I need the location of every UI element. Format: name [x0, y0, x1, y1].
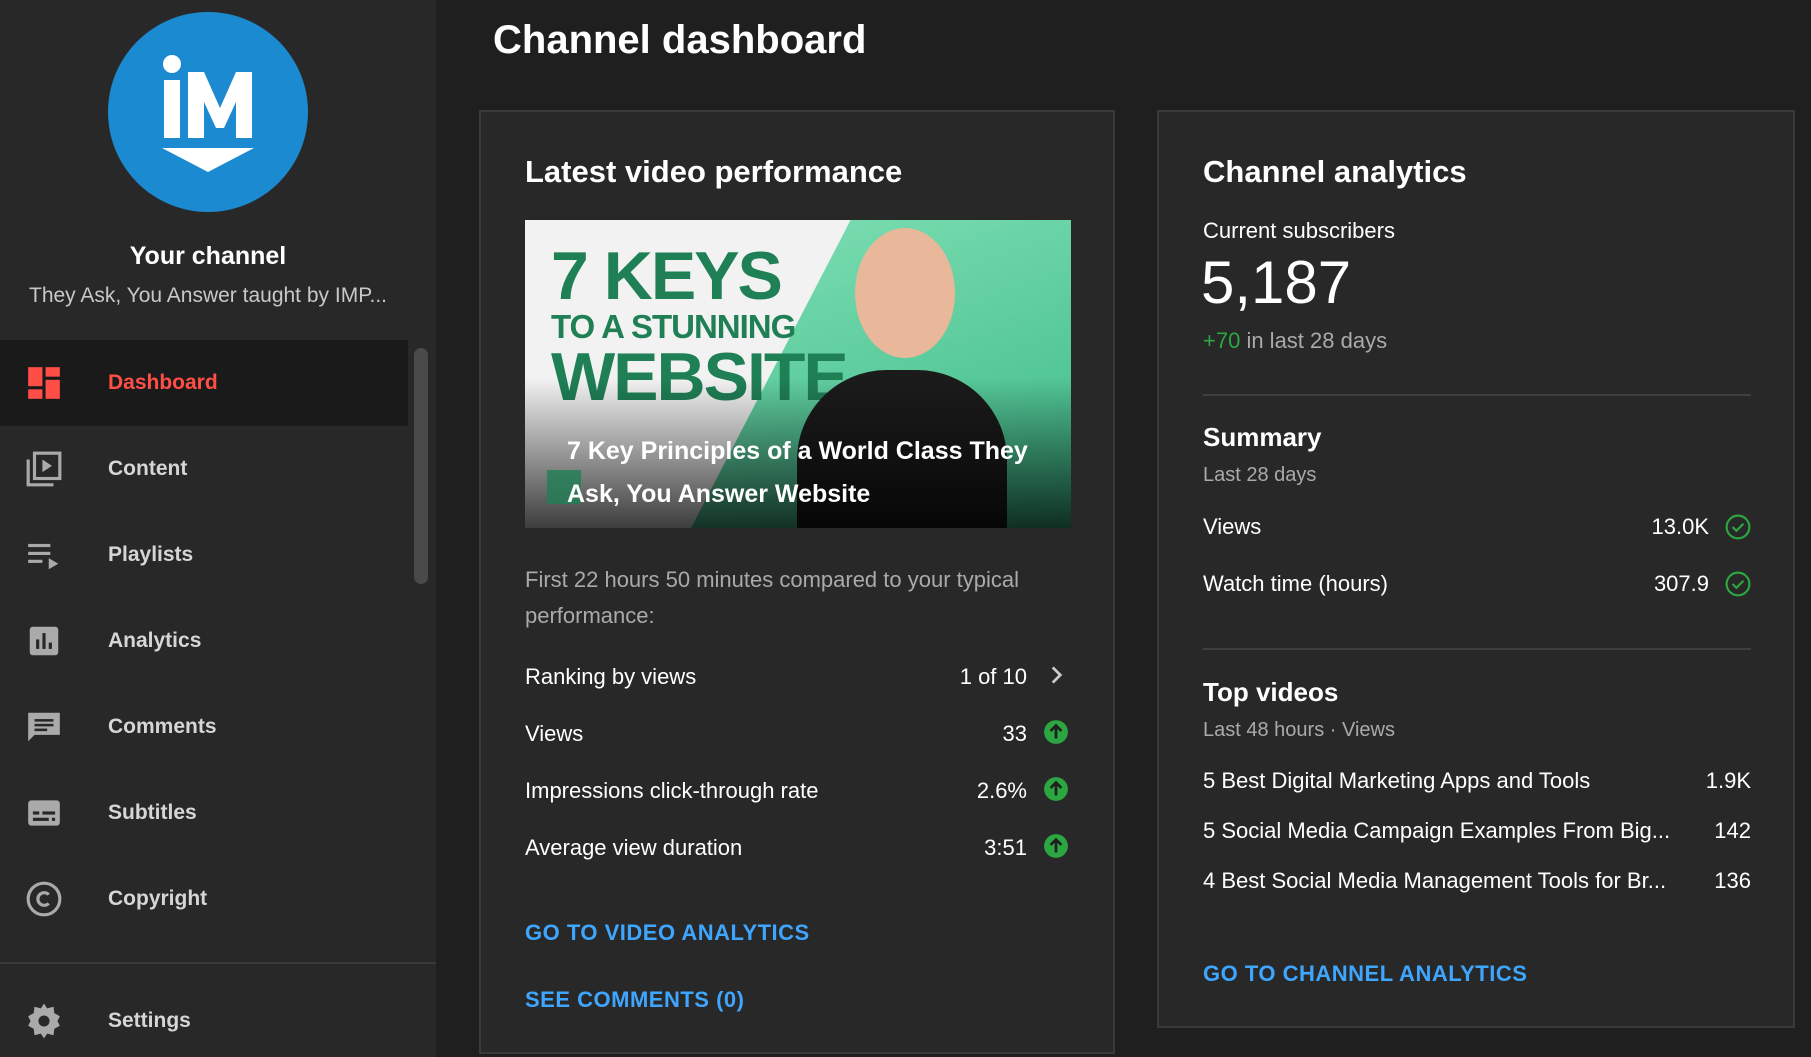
metric-row-ctr: Impressions click-through rate 2.6%	[525, 770, 1071, 810]
metric-value: 1 of 10	[959, 664, 1027, 689]
page-title: Channel dashboard	[493, 18, 867, 62]
metric-label: Impressions click-through rate	[525, 778, 819, 803]
content-icon	[24, 449, 64, 489]
check-circle-icon	[1725, 571, 1751, 597]
arrow-up-icon	[1044, 777, 1068, 801]
metric-label: Average view duration	[525, 835, 743, 860]
sidebar-item-label: Subtitles	[108, 801, 197, 824]
top-videos-title: Top videos	[1203, 677, 1339, 707]
metric-value: 3:51	[984, 835, 1027, 860]
metric-label: Ranking by views	[525, 664, 697, 689]
card-title: Latest video performance	[525, 154, 903, 189]
summary-value: 13.0K	[1651, 514, 1710, 539]
sidebar-item-label: Playlists	[108, 543, 194, 566]
top-video-title: 4 Best Social Media Management Tools for…	[1203, 868, 1667, 893]
top-video-row[interactable]: 5 Social Media Campaign Examples From Bi…	[1203, 810, 1751, 850]
metric-value: 2.6%	[976, 778, 1027, 803]
video-title: 7 Key Principles of a World Class They A…	[567, 437, 1028, 508]
go-to-video-analytics-link[interactable]: GO TO VIDEO ANALYTICS	[525, 920, 810, 946]
video-thumbnail[interactable]: 7 KEYS TO A STUNNING WEBSITE 7 Key Princ…	[525, 220, 1071, 528]
subtitles-icon	[24, 793, 64, 833]
subscriber-change-value: +70	[1203, 328, 1241, 353]
thumbnail-line: 7 KEYS	[551, 238, 783, 314]
sidebar-nav: Dashboard Content Playlists Analytics Co…	[0, 340, 408, 942]
summary-row-watch-time: Watch time (hours) 307.9	[1203, 563, 1751, 603]
sidebar-item-content[interactable]: Content	[0, 426, 408, 512]
top-videos-period: Last 48 hours · Views	[1203, 719, 1395, 741]
summary-period: Last 28 days	[1203, 464, 1317, 486]
sidebar-item-copyright[interactable]: Copyright	[0, 856, 408, 942]
latest-video-card: Latest video performance 7 KEYS TO A STU…	[479, 110, 1115, 1054]
copyright-icon	[24, 879, 64, 919]
metric-row-avg-duration: Average view duration 3:51	[525, 827, 1071, 867]
sidebar-item-label: Dashboard	[108, 371, 218, 394]
metric-row-ranking[interactable]: Ranking by views 1 of 10	[525, 656, 1071, 696]
channel-analytics-card: Channel analytics Current subscribers 5,…	[1157, 110, 1795, 1028]
sidebar-scrollbar[interactable]	[414, 348, 428, 584]
channel-title: Your channel	[129, 242, 287, 270]
summary-label: Views	[1203, 514, 1262, 539]
subscriber-change: +70 in last 28 days	[1203, 328, 1387, 354]
sidebar-item-analytics[interactable]: Analytics	[0, 598, 408, 684]
summary-row-views: Views 13.0K	[1203, 506, 1751, 546]
subscriber-change-text: in last 28 days	[1240, 328, 1388, 353]
summary-label: Watch time (hours)	[1203, 571, 1389, 596]
sidebar-item-label: Content	[108, 457, 188, 480]
card-title: Channel analytics	[1203, 154, 1467, 189]
top-video-views: 1.9K	[1705, 768, 1751, 793]
see-comments-link[interactable]: SEE COMMENTS (0)	[525, 987, 744, 1013]
divider	[1203, 648, 1751, 650]
subscribers-label: Current subscribers	[1203, 218, 1395, 243]
arrow-up-icon	[1044, 720, 1068, 744]
comments-icon	[24, 707, 64, 747]
sidebar-item-playlists[interactable]: Playlists	[0, 512, 408, 598]
analytics-icon	[24, 621, 64, 661]
chevron-right-icon	[1051, 666, 1063, 684]
top-video-views: 142	[1714, 818, 1751, 843]
top-video-title: 5 Best Digital Marketing Apps and Tools	[1203, 768, 1591, 793]
channel-avatar[interactable]	[108, 12, 308, 212]
top-video-row[interactable]: 4 Best Social Media Management Tools for…	[1203, 860, 1751, 900]
sidebar-item-label: Analytics	[108, 629, 202, 652]
summary-value: 307.9	[1653, 571, 1709, 596]
sidebar-item-settings[interactable]: Settings	[0, 978, 408, 1057]
check-circle-icon	[1725, 514, 1751, 540]
top-video-views: 136	[1714, 868, 1751, 893]
performance-note: First 22 hours 50 minutes compared to yo…	[525, 567, 1020, 628]
sidebar-item-label: Settings	[108, 1009, 191, 1032]
sidebar: Your channel They Ask, You Answer taught…	[0, 0, 436, 1057]
metric-row-views: Views 33	[525, 713, 1071, 753]
subscriber-count: 5,187	[1201, 249, 1352, 316]
sidebar-item-dashboard[interactable]: Dashboard	[0, 340, 408, 426]
top-video-title: 5 Social Media Campaign Examples From Bi…	[1203, 818, 1671, 843]
dashboard-icon	[24, 363, 64, 403]
divider	[1203, 394, 1751, 396]
go-to-channel-analytics-link[interactable]: GO TO CHANNEL ANALYTICS	[1203, 961, 1527, 987]
channel-logo-icon	[162, 55, 254, 172]
playlists-icon	[24, 535, 64, 575]
sidebar-divider	[0, 962, 436, 964]
metric-value: 33	[1002, 721, 1027, 746]
sidebar-item-label: Comments	[108, 715, 217, 738]
presenter-head	[855, 228, 955, 358]
top-video-row[interactable]: 5 Best Digital Marketing Apps and Tools …	[1203, 760, 1751, 800]
sidebar-item-subtitles[interactable]: Subtitles	[0, 770, 408, 856]
sidebar-item-comments[interactable]: Comments	[0, 684, 408, 770]
metric-label: Views	[525, 721, 584, 746]
summary-title: Summary	[1203, 422, 1322, 452]
gear-icon	[24, 1001, 64, 1041]
arrow-up-icon	[1044, 834, 1068, 858]
sidebar-item-label: Copyright	[108, 887, 208, 910]
channel-subtitle: They Ask, You Answer taught by IMP...	[29, 284, 387, 307]
